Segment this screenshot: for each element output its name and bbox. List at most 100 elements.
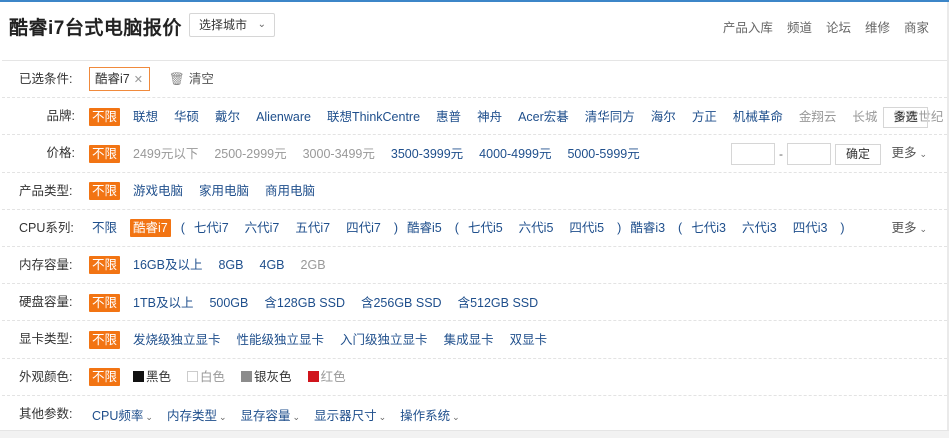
memory-option[interactable]: 4GB <box>257 256 288 274</box>
dropdown-memory-type[interactable]: 内存类型 ⌄ <box>167 405 227 424</box>
cpu-option[interactable]: 四代i5 <box>566 219 607 237</box>
nav-item-channel[interactable]: 频道 <box>787 17 812 36</box>
filter-label: 外观颜色: <box>19 369 73 384</box>
confirm-button[interactable]: 确定 <box>835 144 881 166</box>
price-option[interactable]: 3500-3999元 <box>388 145 466 163</box>
more-button[interactable]: 更多 ⌄ <box>891 135 927 173</box>
selected-chip[interactable]: 酷睿i7 ✕ <box>89 67 150 91</box>
brand-option[interactable]: 神舟 <box>474 108 505 126</box>
gpu-option[interactable]: 集成显卡 <box>441 331 497 349</box>
dropdown-os[interactable]: 操作系统 ⌄ <box>400 405 460 424</box>
page-title: 酷睿i7台式电脑报价 <box>9 18 182 39</box>
price-min-input[interactable] <box>731 143 775 166</box>
chevron-down-icon: ⌄ <box>218 411 227 422</box>
nav-item-product[interactable]: 产品入库 <box>723 17 773 36</box>
gpu-option[interactable]: 性能级独立显卡 <box>234 331 328 349</box>
close-icon[interactable]: ✕ <box>134 74 143 86</box>
brand-option[interactable]: 方正 <box>689 108 720 126</box>
brand-option[interactable]: 金翔云 <box>796 108 840 126</box>
brand-option[interactable]: 长城 <box>849 108 880 126</box>
color-option[interactable]: 银灰色 <box>238 368 295 386</box>
filter-row-price: 价格: 不限 2499元以下 2500-2999元 3000-3499元 350… <box>2 135 947 173</box>
cpu-option[interactable]: 不限 <box>89 219 120 237</box>
disk-option[interactable]: 500GB <box>206 294 251 312</box>
multi-select-button[interactable]: 多选 <box>883 107 928 129</box>
gpu-option[interactable]: 发烧级独立显卡 <box>130 331 224 349</box>
filter-row-selected: 已选条件: 酷睿i7 ✕ 🗑 清空 <box>2 61 947 99</box>
cpu-option[interactable]: 七代i7 <box>191 219 232 237</box>
cpu-option[interactable]: 酷睿i7 <box>130 219 171 238</box>
color-option[interactable]: 白色 <box>184 368 228 386</box>
city-select[interactable]: 选择城市 ⌄ <box>189 13 275 37</box>
cpu-option[interactable]: 七代i3 <box>688 219 729 237</box>
dropdown-vram[interactable]: 显存容量 ⌄ <box>241 405 301 424</box>
nav-item-forum[interactable]: 论坛 <box>826 17 851 36</box>
filter-label: 其他参数: <box>19 406 73 421</box>
brand-option[interactable]: Acer宏碁 <box>515 108 572 126</box>
chevron-down-icon: ⌄ <box>919 223 927 234</box>
bottom-bar <box>0 430 949 438</box>
price-max-input[interactable] <box>787 143 831 166</box>
brand-option[interactable]: Alienware <box>253 108 314 126</box>
disk-option[interactable]: 1TB及以上 <box>130 294 196 312</box>
price-option[interactable]: 5000-5999元 <box>564 145 642 163</box>
type-option[interactable]: 家用电脑 <box>196 182 252 200</box>
dropdown-label: 显存容量 <box>240 408 291 423</box>
brand-option[interactable]: 海尔 <box>648 108 679 126</box>
cpu-option[interactable]: 四代i3 <box>790 219 831 237</box>
dropdown-cpu-frequency[interactable]: CPU频率 ⌄ <box>92 405 153 424</box>
filter-row-disk: 硬盘容量: 不限 1TB及以上 500GB 含128GB SSD 含256GB … <box>2 284 947 322</box>
brand-option[interactable]: 联想 <box>130 108 161 126</box>
gpu-option[interactable]: 不限 <box>89 330 121 349</box>
clear-button[interactable]: 🗑 清空 <box>169 61 214 98</box>
cpu-option[interactable]: 六代i5 <box>516 219 557 237</box>
brand-option[interactable]: 不限 <box>89 107 121 126</box>
cpu-option[interactable]: 七代i5 <box>465 219 506 237</box>
memory-option[interactable]: 2GB <box>298 256 329 274</box>
nav-item-repair[interactable]: 维修 <box>865 17 890 36</box>
price-option[interactable]: 4000-4999元 <box>476 145 554 163</box>
price-options: 不限 2499元以下 2500-2999元 3000-3499元 3500-39… <box>89 135 653 172</box>
filter-label: 硬盘容量: <box>19 295 73 310</box>
brand-option[interactable]: 华硕 <box>171 108 202 126</box>
color-option[interactable]: 不限 <box>89 368 121 386</box>
gpu-options: 不限 发烧级独立显卡 性能级独立显卡 入门级独立显卡 集成显卡 双显卡 <box>89 321 560 358</box>
cpu-option[interactable]: 酷睿i3 <box>627 219 668 237</box>
cpu-option[interactable]: 四代i7 <box>343 219 384 237</box>
cpu-option[interactable]: 六代i7 <box>242 219 283 237</box>
brand-option[interactable]: 清华同方 <box>582 108 638 126</box>
brand-option[interactable]: 戴尔 <box>212 108 243 126</box>
type-option[interactable]: 不限 <box>89 182 121 201</box>
memory-option[interactable]: 8GB <box>215 256 246 274</box>
price-option[interactable]: 不限 <box>89 144 121 163</box>
chevron-down-icon: ⌄ <box>452 411 460 422</box>
memory-option[interactable]: 16GB及以上 <box>130 256 205 274</box>
gpu-option[interactable]: 入门级独立显卡 <box>337 331 431 349</box>
brand-option[interactable]: 惠普 <box>433 108 464 126</box>
dropdown-monitor-size[interactable]: 显示器尺寸 ⌄ <box>314 405 386 424</box>
disk-option[interactable]: 含256GB SSD <box>358 294 445 312</box>
cpu-option[interactable]: 五代i7 <box>292 219 333 237</box>
price-option[interactable]: 2499元以下 <box>130 145 201 163</box>
brand-option[interactable]: 联想ThinkCentre <box>324 108 423 126</box>
nav-item-merchant[interactable]: 商家 <box>904 17 929 36</box>
cpu-option[interactable]: 酷睿i5 <box>404 219 445 237</box>
disk-option[interactable]: 含512GB SSD <box>455 294 542 312</box>
disk-option[interactable]: 含128GB SSD <box>261 294 348 312</box>
price-option[interactable]: 3000-3499元 <box>300 145 378 163</box>
cpu-option[interactable]: 六代i3 <box>739 219 780 237</box>
disk-option[interactable]: 不限 <box>89 293 121 312</box>
brand-option[interactable]: 机械革命 <box>730 108 786 126</box>
color-option[interactable]: 黑色 <box>130 368 174 386</box>
trash-icon: 🗑 <box>169 72 185 86</box>
color-swatch <box>133 371 145 382</box>
color-option[interactable]: 红色 <box>305 368 349 386</box>
price-option[interactable]: 2500-2999元 <box>211 145 289 163</box>
dropdown-label: 内存类型 <box>166 408 217 423</box>
more-button[interactable]: 更多 ⌄ <box>891 210 927 248</box>
type-option[interactable]: 商用电脑 <box>262 182 318 200</box>
type-option[interactable]: 游戏电脑 <box>130 182 186 200</box>
memory-option[interactable]: 不限 <box>89 256 121 275</box>
gpu-option[interactable]: 双显卡 <box>507 331 551 349</box>
more-label: 更多 <box>891 220 917 235</box>
